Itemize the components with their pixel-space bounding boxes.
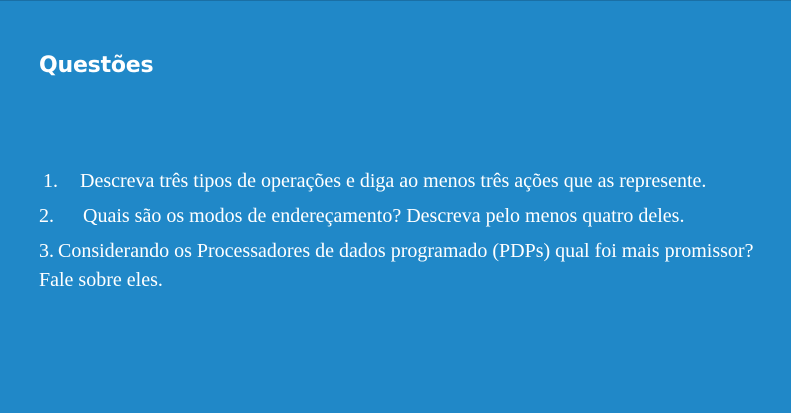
question-text-3: Considerando os Processadores de dados p… [39,240,754,291]
question-item-2: 2. Quais são os modos de endereçamento? D… [39,202,759,231]
question-item-1: 1. Descreva três tipos de operações e dig… [39,167,759,196]
question-text-2: Quais são os modos de endereçamento? Des… [83,205,685,227]
question-text-1: Descreva três tipos de operações e diga … [80,170,707,192]
question-item-3: 3. Considerando os Processadores de dados… [39,237,759,295]
question-list: 1. Descreva três tipos de operações e dig… [39,167,759,295]
slide: Questões 1. Descreva três tipos de operaç… [0,0,791,413]
question-number-3: 3. [39,240,54,262]
question-number-1: 1. [43,170,58,192]
slide-title: Questões [39,53,154,78]
question-number-2: 2. [39,205,54,227]
